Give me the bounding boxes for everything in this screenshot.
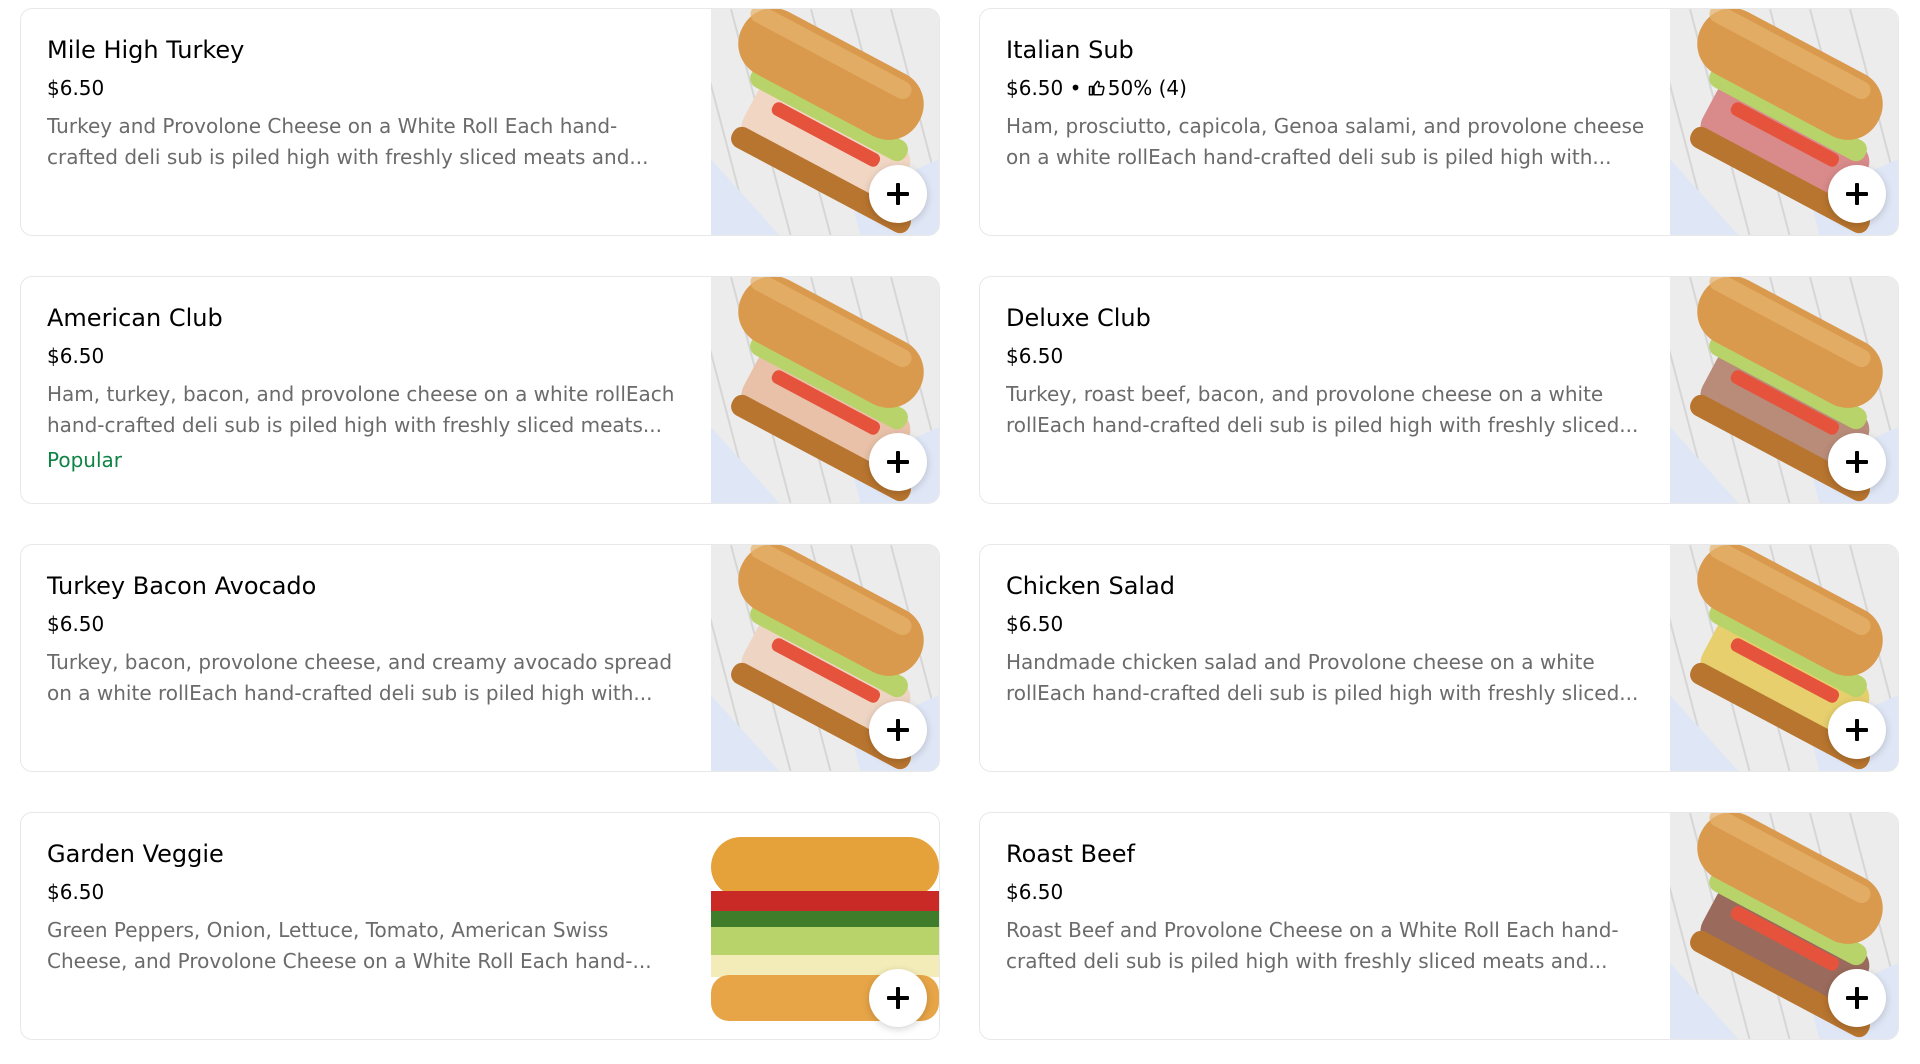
add-to-cart-button[interactable] (869, 969, 927, 1027)
menu-item-price-line: $6.50 (47, 877, 687, 907)
menu-item-title: American Club (47, 304, 223, 332)
add-to-cart-button[interactable] (869, 165, 927, 223)
menu-item-text: Deluxe Club $6.50 Turkey, roast beef, ba… (1006, 301, 1646, 441)
plus-icon (887, 451, 909, 473)
rating-text: 50% (4) (1107, 76, 1187, 100)
menu-item-grid: Mile High Turkey $6.50 Turkey and Provol… (0, 0, 1920, 1064)
menu-item-card[interactable]: Turkey Bacon Avocado $6.50 Turkey, bacon… (20, 544, 940, 772)
add-to-cart-button[interactable] (1828, 969, 1886, 1027)
menu-item-price-line: $6.50 • 50% (4) (1006, 73, 1646, 103)
add-to-cart-button[interactable] (1828, 433, 1886, 491)
menu-item-price: $6.50 (1006, 344, 1064, 368)
thumbs-up-icon (1088, 80, 1105, 96)
menu-item-text: Italian Sub $6.50 • 50% (4) Ham, prosciu… (1006, 33, 1646, 173)
menu-item-title: Chicken Salad (1006, 572, 1176, 600)
add-to-cart-button[interactable] (869, 433, 927, 491)
menu-item-price-line: $6.50 (47, 341, 687, 371)
menu-item-description: Green Peppers, Onion, Lettuce, Tomato, A… (47, 918, 652, 973)
menu-item-card[interactable]: Roast Beef $6.50 Roast Beef and Provolon… (979, 812, 1899, 1040)
menu-item-description: Turkey and Provolone Cheese on a White R… (47, 114, 649, 169)
menu-item-text: Roast Beef $6.50 Roast Beef and Provolon… (1006, 837, 1646, 977)
menu-item-price-line: $6.50 (1006, 609, 1646, 639)
menu-item-card[interactable]: American Club $6.50 Ham, turkey, bacon, … (20, 276, 940, 504)
menu-item-price: $6.50 (47, 612, 105, 636)
menu-item-price-line: $6.50 (1006, 877, 1646, 907)
menu-item-text: Turkey Bacon Avocado $6.50 Turkey, bacon… (47, 569, 687, 709)
plus-icon (1846, 719, 1868, 741)
menu-item-card[interactable]: Mile High Turkey $6.50 Turkey and Provol… (20, 8, 940, 236)
menu-item-card[interactable]: Italian Sub $6.50 • 50% (4) Ham, prosciu… (979, 8, 1899, 236)
menu-item-card[interactable]: Chicken Salad $6.50 Handmade chicken sal… (979, 544, 1899, 772)
menu-item-text: Garden Veggie $6.50 Green Peppers, Onion… (47, 837, 687, 977)
rating-separator: • (1069, 76, 1082, 100)
menu-item-title: Garden Veggie (47, 840, 224, 868)
menu-item-description: Turkey, bacon, provolone cheese, and cre… (47, 650, 673, 705)
menu-item-title: Mile High Turkey (47, 36, 245, 64)
popular-badge: Popular (47, 448, 122, 472)
menu-item-price: $6.50 (1006, 612, 1064, 636)
menu-item-text: American Club $6.50 Ham, turkey, bacon, … (47, 301, 687, 475)
menu-item-title: Turkey Bacon Avocado (47, 572, 317, 600)
menu-item-rating: 50% (4) (1088, 76, 1187, 100)
plus-icon (887, 987, 909, 1009)
menu-item-title: Roast Beef (1006, 840, 1135, 868)
menu-item-card[interactable]: Garden Veggie $6.50 Green Peppers, Onion… (20, 812, 940, 1040)
menu-item-price: $6.50 (47, 880, 105, 904)
add-to-cart-button[interactable] (869, 701, 927, 759)
menu-item-description: Roast Beef and Provolone Cheese on a Whi… (1006, 918, 1619, 973)
menu-item-description: Ham, turkey, bacon, and provolone cheese… (47, 382, 675, 437)
add-to-cart-button[interactable] (1828, 701, 1886, 759)
menu-item-price: $6.50 (47, 344, 105, 368)
menu-item-price: $6.50 (47, 76, 105, 100)
menu-item-title: Italian Sub (1006, 36, 1134, 64)
menu-item-description: Turkey, roast beef, bacon, and provolone… (1006, 382, 1639, 437)
plus-icon (887, 183, 909, 205)
menu-item-description: Handmade chicken salad and Provolone che… (1006, 650, 1639, 705)
menu-item-description: Ham, prosciutto, capicola, Genoa salami,… (1006, 114, 1645, 169)
menu-item-price: $6.50 (1006, 880, 1064, 904)
plus-icon (1846, 451, 1868, 473)
menu-item-card[interactable]: Deluxe Club $6.50 Turkey, roast beef, ba… (979, 276, 1899, 504)
plus-icon (1846, 987, 1868, 1009)
menu-item-price-line: $6.50 (1006, 341, 1646, 371)
plus-icon (1846, 183, 1868, 205)
menu-item-text: Mile High Turkey $6.50 Turkey and Provol… (47, 33, 687, 173)
menu-item-price-line: $6.50 (47, 73, 687, 103)
add-to-cart-button[interactable] (1828, 165, 1886, 223)
menu-item-title: Deluxe Club (1006, 304, 1151, 332)
menu-item-price: $6.50 (1006, 76, 1064, 100)
menu-item-text: Chicken Salad $6.50 Handmade chicken sal… (1006, 569, 1646, 709)
menu-item-price-line: $6.50 (47, 609, 687, 639)
plus-icon (887, 719, 909, 741)
